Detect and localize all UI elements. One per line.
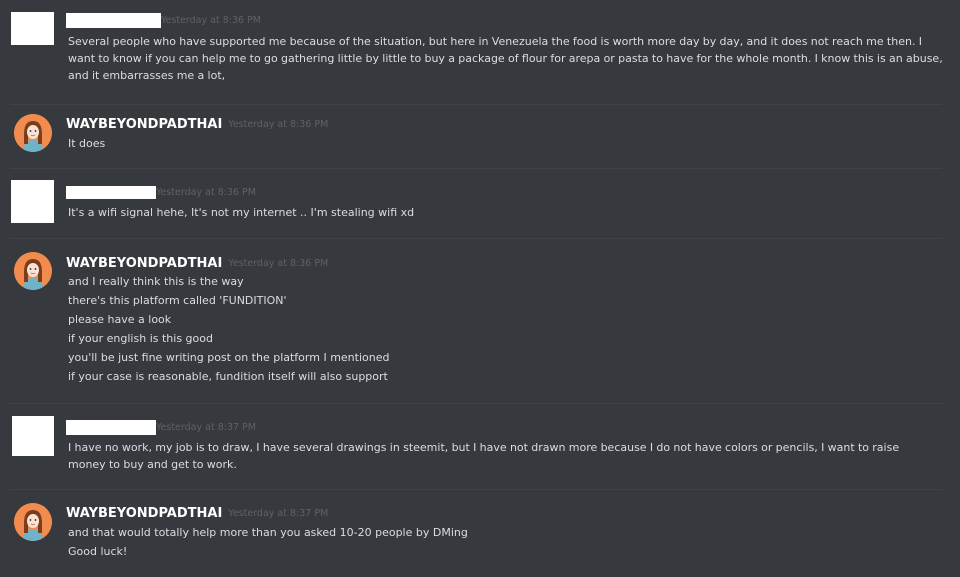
username[interactable]: WAYBEYONDPADTHAI xyxy=(66,256,222,271)
timestamp: Yesterday at 8:37 PM xyxy=(228,507,329,519)
message-text: and I really think this is the way xyxy=(68,275,244,288)
message-text: Several people who have supported me bec… xyxy=(68,35,943,82)
timestamp: Yesterday at 8:36 PM xyxy=(161,14,261,26)
redacted-username[interactable] xyxy=(66,419,156,435)
message-group: Yesterday at 8:36 PM Several people who … xyxy=(0,0,960,110)
message-body: It does xyxy=(68,134,944,153)
redacted-username[interactable] xyxy=(66,12,161,28)
message-text: and that would totally help more than yo… xyxy=(68,526,468,539)
message-divider xyxy=(10,168,942,169)
message-text: It's a wifi signal hehe, It's not my int… xyxy=(68,206,415,219)
avatar[interactable] xyxy=(12,416,54,456)
message-body: It's a wifi signal hehe, It's not my int… xyxy=(68,203,944,222)
timestamp: Yesterday at 8:36 PM xyxy=(228,257,329,269)
message-body: Several people who have supported me bec… xyxy=(68,33,946,84)
message-text: Good luck! xyxy=(68,545,128,558)
avatar[interactable] xyxy=(11,12,54,45)
message-text: please have a look xyxy=(68,313,172,326)
username[interactable]: WAYBEYONDPADTHAI xyxy=(66,506,222,521)
message-body: and I really think this is the way there… xyxy=(68,272,944,386)
timestamp: Yesterday at 8:36 PM xyxy=(156,186,256,198)
message-body: I have no work, my job is to draw, I hav… xyxy=(68,439,912,473)
username[interactable]: WAYBEYONDPADTHAI xyxy=(66,117,222,132)
message-header: Yesterday at 8:37 PM xyxy=(66,418,256,436)
message-header: WAYBEYONDPADTHAI Yesterday at 8:36 PM xyxy=(66,254,328,272)
message-header: WAYBEYONDPADTHAI Yesterday at 8:37 PM xyxy=(66,504,328,522)
girl-avatar-icon[interactable] xyxy=(14,252,52,290)
message-body: and that would totally help more than yo… xyxy=(68,523,944,561)
girl-avatar-icon[interactable] xyxy=(14,114,52,152)
redacted-username[interactable] xyxy=(66,185,156,199)
message-group: Yesterday at 8:37 PM I have no work, my … xyxy=(0,405,960,490)
girl-avatar-icon[interactable] xyxy=(14,503,52,541)
message-text: It does xyxy=(68,137,106,150)
message-divider xyxy=(10,403,942,404)
avatar[interactable] xyxy=(11,180,54,223)
message-group: WAYBEYONDPADTHAI Yesterday at 8:37 PM an… xyxy=(0,490,960,577)
message-text: there's this platform called 'FUNDITION' xyxy=(68,294,287,307)
timestamp: Yesterday at 8:37 PM xyxy=(156,421,256,433)
message-group: Yesterday at 8:36 PM It's a wifi signal … xyxy=(0,170,960,238)
message-header: Yesterday at 8:36 PM xyxy=(66,11,261,29)
message-group: WAYBEYONDPADTHAI Yesterday at 8:36 PM an… xyxy=(0,240,960,400)
timestamp: Yesterday at 8:36 PM xyxy=(228,118,329,130)
message-header: WAYBEYONDPADTHAI Yesterday at 8:36 PM xyxy=(66,115,328,133)
message-text: if your english is this good xyxy=(68,332,213,345)
message-group: WAYBEYONDPADTHAI Yesterday at 8:36 PM It… xyxy=(0,105,960,170)
message-text: if your case is reasonable, fundition it… xyxy=(68,370,388,383)
message-text: I have no work, my job is to draw, I hav… xyxy=(68,441,900,471)
message-header: Yesterday at 8:36 PM xyxy=(66,183,256,201)
message-divider xyxy=(10,238,942,239)
message-text: you'll be just fine writing post on the … xyxy=(68,351,390,364)
